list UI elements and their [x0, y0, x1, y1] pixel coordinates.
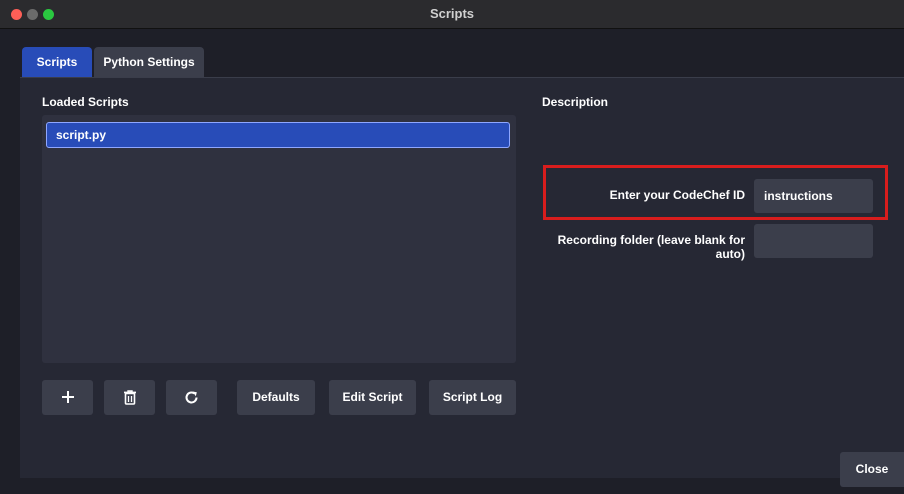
tab-scripts[interactable]: Scripts	[22, 47, 92, 77]
refresh-icon	[185, 391, 198, 404]
reload-scripts-button[interactable]	[166, 380, 217, 415]
trash-icon	[123, 390, 136, 405]
list-item[interactable]: script.py	[46, 122, 510, 148]
edit-script-button[interactable]: Edit Script	[329, 380, 416, 415]
description-heading: Description	[542, 95, 609, 109]
recording-folder-field[interactable]	[754, 224, 873, 258]
add-script-button[interactable]	[42, 380, 93, 415]
highlight-box	[543, 165, 888, 220]
loaded-scripts-heading: Loaded Scripts	[42, 95, 129, 109]
window-title: Scripts	[429, 6, 475, 21]
script-log-button[interactable]: Script Log	[429, 380, 516, 415]
loaded-scripts-list[interactable]: script.py	[42, 115, 516, 363]
tab-python-settings[interactable]: Python Settings	[94, 47, 204, 77]
title-bar: Scripts	[0, 0, 904, 29]
recording-folder-label: Recording folder (leave blank for auto)	[557, 233, 745, 261]
close-button[interactable]: Close	[840, 452, 904, 487]
defaults-button[interactable]: Defaults	[237, 380, 315, 415]
remove-script-button[interactable]	[104, 380, 155, 415]
plus-icon	[61, 391, 74, 403]
